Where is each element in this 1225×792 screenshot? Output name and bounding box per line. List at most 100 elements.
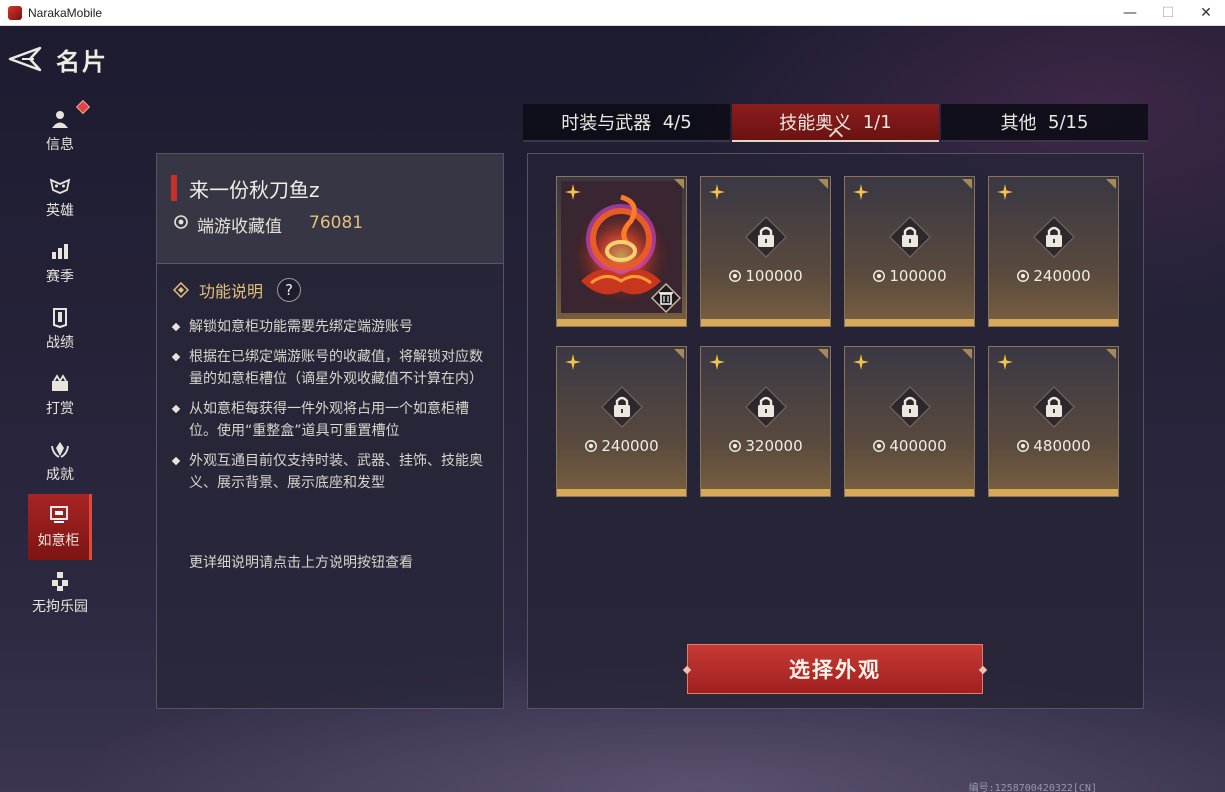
unlock-requirement: 100000 (845, 267, 974, 285)
description-item: 外观互通目前仅支持时装、武器、挂饰、技能奥义、展示背景、展示底座和发型 (173, 450, 491, 494)
cabinet-slot-locked[interactable]: 100000 (700, 176, 831, 327)
info-panel: 来一份秋刀鱼z 端游收藏值 76081 功能说明 ? 解锁如意柜功能需要先绑定端… (156, 153, 504, 709)
lock-icon (600, 386, 643, 428)
lock-icon (1032, 216, 1075, 258)
trash-icon[interactable] (650, 282, 682, 314)
nav-label: 赛季 (46, 269, 74, 285)
nav-label: 英雄 (46, 203, 74, 219)
slot-corner-accent (962, 179, 972, 189)
nav-label: 无拘乐园 (32, 599, 88, 615)
side-nav: 信息 英雄 赛季 战绩 打赏 成就 如意柜 无拘乐园 (28, 98, 92, 626)
page-title: 名片 (56, 48, 108, 76)
slot-corner-accent (962, 349, 972, 359)
tab-label: 技能奥义 (779, 113, 852, 134)
notification-badge (75, 99, 91, 115)
collection-gem-icon (585, 440, 598, 452)
window-controls: — ☐ ✕ (1111, 0, 1225, 26)
nav-label: 如意柜 (37, 533, 80, 549)
tab-other[interactable]: 其他 5/15 (941, 104, 1148, 142)
collection-gem-icon (729, 270, 742, 282)
minimize-button[interactable]: — (1111, 0, 1149, 26)
cabinet-icon (49, 506, 68, 523)
unlock-requirement: 400000 (845, 437, 974, 455)
sparkle-icon (853, 184, 869, 200)
collection-gem-icon (873, 440, 886, 452)
lock-icon (744, 216, 787, 258)
sparkle-icon (997, 184, 1013, 200)
laurel-icon (51, 442, 69, 458)
slot-corner-accent (818, 179, 828, 189)
sparkle-icon (709, 184, 725, 200)
nav-item-playground[interactable]: 无拘乐园 (28, 560, 92, 626)
category-tabs: 时装与武器 4/5 技能奥义 1/1 其他 5/15 (523, 104, 1148, 144)
function-header: 功能说明 ? (173, 278, 302, 302)
shield-icon (53, 308, 67, 328)
description-item: 从如意柜每获得一件外观将占用一个如意柜槽位。使用“重整盒”道具可重置槽位 (173, 398, 491, 442)
mask-icon (49, 178, 71, 194)
tab-skill-ultimate[interactable]: 技能奥义 1/1 (732, 104, 939, 144)
unlock-requirement: 100000 (701, 267, 830, 285)
help-button[interactable]: ? (277, 278, 302, 302)
nav-item-record[interactable]: 战绩 (28, 296, 92, 362)
user-icon (52, 111, 68, 128)
unlock-requirement-value: 240000 (1033, 267, 1091, 285)
tab-outfit-weapon[interactable]: 时装与武器 4/5 (523, 104, 730, 142)
function-label: 功能说明 (199, 282, 264, 301)
nav-label: 打赏 (46, 401, 74, 417)
nav-item-reward[interactable]: 打赏 (28, 362, 92, 428)
select-appearance-button[interactable]: 选择外观 (687, 644, 983, 694)
sparkle-icon (565, 354, 581, 370)
slot-corner-accent (818, 349, 828, 359)
nav-item-cabinet[interactable]: 如意柜 (28, 494, 92, 560)
cabinet-slot-locked[interactable]: 100000 (844, 176, 975, 327)
nav-item-heroes[interactable]: 英雄 (28, 164, 92, 230)
back-arrow-icon[interactable] (4, 44, 44, 74)
description-item: 解锁如意柜功能需要先绑定端游账号 (173, 316, 491, 338)
footer-id: 编号:1258700420322[CN] (968, 783, 1097, 792)
unlock-requirement: 240000 (557, 437, 686, 455)
lock-icon (888, 216, 931, 258)
slot-corner-accent (1106, 349, 1116, 359)
close-button[interactable]: ✕ (1187, 0, 1225, 26)
unlock-requirement-value: 320000 (745, 437, 803, 455)
gift-icon (52, 374, 68, 391)
lock-icon (888, 386, 931, 428)
cabinet-slot-locked[interactable]: 400000 (844, 346, 975, 497)
cabinet-slot-filled[interactable] (556, 176, 687, 327)
cubes-icon (52, 572, 68, 591)
cabinet-slot-locked[interactable]: 480000 (988, 346, 1119, 497)
lock-icon (744, 386, 787, 428)
unlock-requirement-value: 100000 (745, 267, 803, 285)
tab-count: 1/1 (862, 111, 892, 133)
diamond-icon (173, 282, 189, 298)
unlock-requirement: 240000 (989, 267, 1118, 285)
collection-gem-icon (1017, 440, 1030, 452)
unlock-requirement-value: 480000 (1033, 437, 1091, 455)
more-info-text: 更详细说明请点击上方说明按钮查看 (189, 555, 413, 571)
nav-item-season[interactable]: 赛季 (28, 230, 92, 296)
sparkle-icon (565, 184, 581, 200)
unlock-requirement-value: 100000 (889, 267, 947, 285)
window-title: NarakaMobile (28, 5, 103, 20)
cabinet-slot-locked[interactable]: 320000 (700, 346, 831, 497)
collection-gem-icon (1017, 270, 1030, 282)
cabinet-slot-locked[interactable]: 240000 (556, 346, 687, 497)
collection-gem-icon (873, 270, 886, 282)
tab-count: 4/5 (662, 111, 692, 133)
player-name: 来一份秋刀鱼z (189, 178, 320, 202)
collection-value: 76081 (309, 213, 364, 233)
nav-label: 战绩 (46, 335, 74, 351)
collection-gem-icon (174, 215, 188, 229)
description-item: 根据在已绑定端游账号的收藏值，将解锁对应数量的如意柜槽位（谪星外观收藏值不计算在… (173, 346, 491, 390)
cabinet-slot-locked[interactable]: 240000 (988, 176, 1119, 327)
nav-item-info[interactable]: 信息 (28, 98, 92, 164)
collection-label: 端游收藏值 (197, 217, 282, 237)
window-titlebar: NarakaMobile — ☐ ✕ (0, 0, 1225, 26)
tab-label: 其他 (1000, 113, 1037, 134)
nav-item-achievement[interactable]: 成就 (28, 428, 92, 494)
unlock-requirement: 480000 (989, 437, 1118, 455)
bars-icon (52, 244, 68, 259)
maximize-button[interactable]: ☐ (1149, 0, 1187, 26)
sparkle-icon (853, 354, 869, 370)
name-accent-bar (171, 175, 177, 201)
